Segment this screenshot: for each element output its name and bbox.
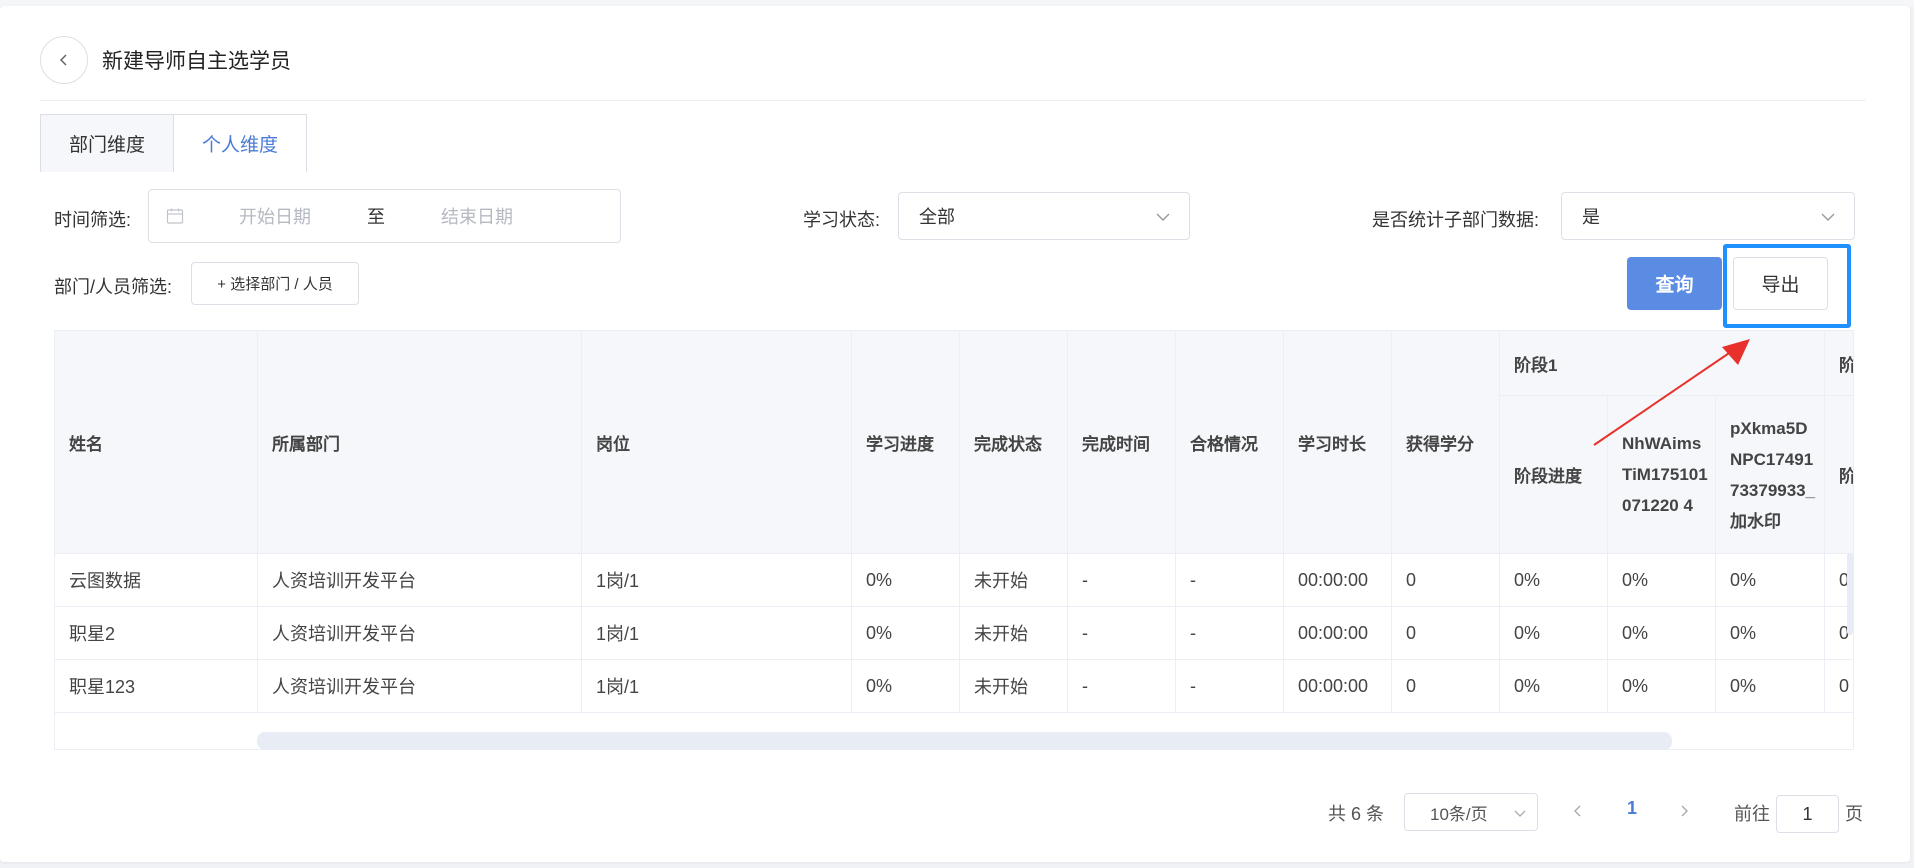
vertical-scrollbar[interactable] xyxy=(1847,553,1853,635)
cell-progress: 0% xyxy=(852,660,960,713)
cell-c1: 0% xyxy=(1608,554,1716,607)
cell-post: 1岗/1 xyxy=(582,660,852,713)
cell-c1: 0% xyxy=(1608,607,1716,660)
page-suffix: 页 xyxy=(1845,804,1863,824)
col-header-dept: 所属部门 xyxy=(258,331,582,554)
back-button[interactable] xyxy=(40,36,88,84)
col-header-course2: pXkma5DNPC1749173379933_加水印 xyxy=(1716,396,1825,554)
cell-status: 未开始 xyxy=(960,607,1068,660)
page-title: 新建导师自主选学员 xyxy=(102,50,291,73)
cell-pass: - xyxy=(1176,660,1284,713)
cell-dept: 人资培训开发平台 xyxy=(258,660,582,713)
cell-name: 云图数据 xyxy=(55,554,258,607)
chevron-down-icon xyxy=(1156,213,1170,221)
cell-done-time: - xyxy=(1068,607,1176,660)
page-root: 新建导师自主选学员 部门维度 个人维度 时间筛选: 开始日期 至 结束日期 学习… xyxy=(0,0,1914,868)
cell-dept: 人资培训开发平台 xyxy=(258,607,582,660)
start-date-input[interactable]: 开始日期 xyxy=(239,203,311,229)
subdept-select-value: 是 xyxy=(1582,207,1600,227)
cell-duration: 00:00:00 xyxy=(1284,554,1392,607)
group-header-stage2: 阶 xyxy=(1825,331,1853,396)
chevron-down-icon xyxy=(1514,810,1526,817)
next-page-icon[interactable] xyxy=(1676,803,1692,819)
select-dept-button[interactable]: + 选择部门 / 人员 xyxy=(191,262,359,305)
end-date-input[interactable]: 结束日期 xyxy=(441,203,513,229)
dept-filter-label: 部门/人员筛选: xyxy=(54,277,173,297)
cell-dept: 人资培训开发平台 xyxy=(258,554,582,607)
cell-next: 0 xyxy=(1825,660,1853,713)
cell-progress: 0% xyxy=(852,554,960,607)
cell-stage-progress: 0% xyxy=(1500,660,1608,713)
cell-name: 职星2 xyxy=(55,607,258,660)
header-divider xyxy=(40,100,1866,101)
cell-post: 1岗/1 xyxy=(582,554,852,607)
cell-duration: 00:00:00 xyxy=(1284,607,1392,660)
col-header-next-partial: 阶 xyxy=(1825,396,1853,554)
cell-pass: - xyxy=(1176,554,1284,607)
chevron-down-icon xyxy=(1821,213,1835,221)
date-range-picker[interactable]: 开始日期 至 结束日期 xyxy=(148,189,621,243)
page-header: 新建导师自主选学员 xyxy=(40,30,291,90)
col-header-name: 姓名 xyxy=(55,331,258,554)
prev-page-icon[interactable] xyxy=(1570,803,1586,819)
cell-progress: 0% xyxy=(852,607,960,660)
col-header-duration: 学习时长 xyxy=(1284,331,1392,554)
subdept-select[interactable]: 是 xyxy=(1561,192,1855,240)
cell-stage-progress: 0% xyxy=(1500,554,1608,607)
tab-department[interactable]: 部门维度 xyxy=(40,114,175,172)
col-header-pass: 合格情况 xyxy=(1176,331,1284,554)
status-select-value: 全部 xyxy=(919,207,955,227)
tab-individual[interactable]: 个人维度 xyxy=(174,114,308,172)
col-header-progress: 学习进度 xyxy=(852,331,960,554)
cell-credit: 0 xyxy=(1392,554,1500,607)
cell-credit: 0 xyxy=(1392,607,1500,660)
cell-stage-progress: 0% xyxy=(1500,607,1608,660)
goto-label: 前往 xyxy=(1734,804,1770,824)
cell-done-time: - xyxy=(1068,660,1176,713)
calendar-icon xyxy=(166,208,184,224)
col-header-credit: 获得学分 xyxy=(1392,331,1500,554)
chevron-left-icon xyxy=(59,54,67,66)
horizontal-scrollbar[interactable] xyxy=(257,732,1672,750)
group-header-stage1: 阶段1 xyxy=(1500,331,1825,396)
cell-duration: 00:00:00 xyxy=(1284,660,1392,713)
subdept-filter-label: 是否统计子部门数据: xyxy=(1372,210,1540,230)
pagination-total: 共 6 条 xyxy=(1328,804,1385,824)
cell-c1: 0% xyxy=(1608,660,1716,713)
query-button[interactable]: 查询 xyxy=(1627,257,1722,310)
cell-name: 职星123 xyxy=(55,660,258,713)
cell-c2: 0% xyxy=(1716,660,1825,713)
status-select[interactable]: 全部 xyxy=(898,192,1190,240)
cell-c2: 0% xyxy=(1716,607,1825,660)
data-table: 姓名 所属部门 岗位 学习进度 完成状态 完成时间 合格情况 学习时长 获得学分… xyxy=(54,330,1854,750)
cell-done-time: - xyxy=(1068,554,1176,607)
cell-post: 1岗/1 xyxy=(582,607,852,660)
time-filter-label: 时间筛选: xyxy=(54,210,132,230)
cell-status: 未开始 xyxy=(960,660,1068,713)
cell-credit: 0 xyxy=(1392,660,1500,713)
status-filter-label: 学习状态: xyxy=(803,210,881,230)
col-header-status: 完成状态 xyxy=(960,331,1068,554)
dimension-tabs: 部门维度 个人维度 xyxy=(40,114,308,172)
col-header-stage-progress: 阶段进度 xyxy=(1500,396,1608,554)
cell-status: 未开始 xyxy=(960,554,1068,607)
col-header-course1: NhWAimsTiM175101071220 4 xyxy=(1608,396,1716,554)
range-separator: 至 xyxy=(367,207,385,227)
page-size-value: 10条/页 xyxy=(1430,804,1488,824)
col-header-done-time: 完成时间 xyxy=(1068,331,1176,554)
page-size-select[interactable]: 10条/页 xyxy=(1404,793,1538,831)
page-number-current[interactable]: 1 xyxy=(1624,798,1640,819)
col-header-post: 岗位 xyxy=(582,331,852,554)
cell-pass: - xyxy=(1176,607,1284,660)
export-button[interactable]: 导出 xyxy=(1733,257,1828,310)
goto-page-input[interactable] xyxy=(1776,795,1839,833)
cell-c2: 0% xyxy=(1716,554,1825,607)
